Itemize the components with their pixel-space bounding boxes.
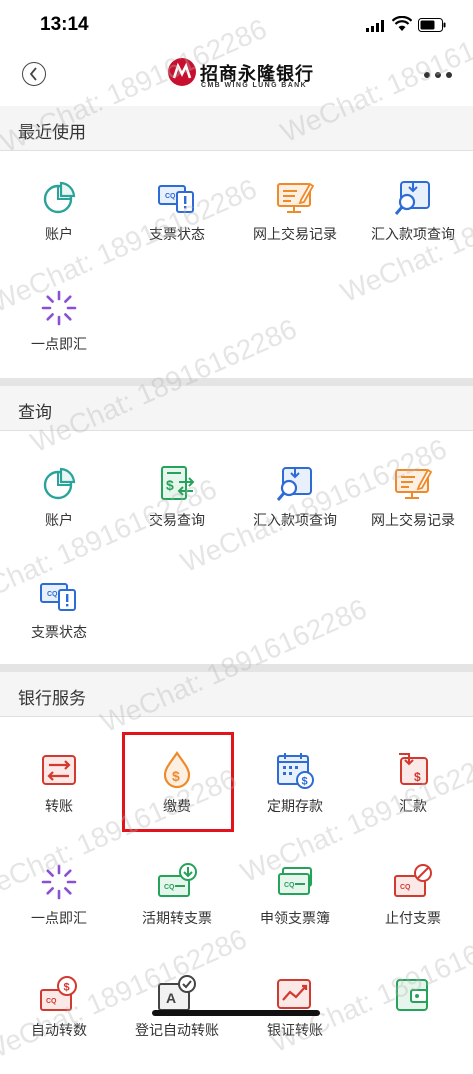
tile-label: 申领支票簿 [260,910,330,926]
service-tile-remittance[interactable]: 汇款 [354,750,472,850]
tile-label: 网上交易记录 [371,512,455,528]
monitor-edit-icon [393,464,433,504]
query-tile-transaction[interactable]: 交易查询 [118,464,236,564]
tile-label: 自动转数 [31,1022,87,1038]
divider [0,150,473,151]
auto-transfer-icon [39,974,79,1014]
service-tile-time-deposit[interactable]: 定期存款 [236,750,354,850]
tile-label: 汇款 [399,798,427,814]
query-tile-cheque-status[interactable]: 支票状态 [0,576,118,676]
register-auto-transfer-icon [157,974,197,1014]
tile-label: 活期转支票 [142,910,212,926]
calendar-deposit-icon [275,750,315,790]
securities-transfer-icon [275,974,315,1014]
chevron-left-icon [29,67,37,81]
service-tile-instant-remit[interactable]: 一点即汇 [0,862,118,962]
section-title: 银行服务 [18,689,86,708]
status-time: 13:14 [40,14,89,35]
tile-label: 汇入款项查询 [253,512,337,528]
battery-icon [418,18,446,32]
chequebook-request-icon [275,862,315,902]
service-tile-savings-to-cheque[interactable]: 活期转支票 [118,862,236,962]
service-tile-chequebook-request[interactable]: 申领支票簿 [236,862,354,962]
tile-label: 交易查询 [149,512,205,528]
service-tile-wallet[interactable] [354,974,472,1074]
tile-label: 支票状态 [149,226,205,242]
cheque-status-icon [157,178,197,218]
loading-spinner-icon [39,288,79,328]
service-tile-transfer[interactable]: 转账 [0,750,118,850]
section-title: 查询 [18,403,52,422]
wifi-icon [392,16,412,31]
transfer-icon [39,750,79,790]
status-bar: 13:14 [0,0,473,50]
pie-chart-icon [39,464,79,504]
tile-label: 止付支票 [385,910,441,926]
savings-to-cheque-icon [157,862,197,902]
inward-remittance-search-icon [393,178,433,218]
recent-tile-account[interactable]: 账户 [0,178,118,278]
service-tile-securities-transfer[interactable]: 银证转账 [236,974,354,1074]
tile-label: 账户 [45,226,73,242]
service-tile-register-auto-transfer[interactable]: 登记自动转账 [118,974,236,1074]
divider [0,430,473,431]
query-tile-inward-remittance[interactable]: 汇入款项查询 [236,464,354,564]
more-button[interactable] [424,70,454,80]
stop-cheque-icon [393,862,433,902]
section-gap [0,664,473,672]
monitor-edit-icon [275,178,315,218]
tile-label: 一点即汇 [31,336,87,352]
section-header-query: 查询 [0,386,473,430]
logo-mark-icon [168,58,196,86]
remittance-icon [393,750,433,790]
tile-label: 转账 [45,798,73,814]
section-title: 最近使用 [18,123,86,142]
tile-label: 定期存款 [267,798,323,814]
recent-tile-instant-remit[interactable]: 一点即汇 [0,288,118,388]
transaction-query-icon [157,464,197,504]
recent-tile-cheque-status[interactable]: 支票状态 [118,178,236,278]
tile-label: 一点即汇 [31,910,87,926]
divider [0,716,473,717]
highlight-box [122,732,234,832]
cheque-status-icon [39,576,79,616]
tile-label: 支票状态 [31,624,87,640]
nav-bar: 招商永隆银行 CMB WING LUNG BANK [0,52,473,98]
tile-label: 账户 [45,512,73,528]
service-tile-stop-cheque[interactable]: 止付支票 [354,862,472,962]
bank-logo: 招商永隆银行 CMB WING LUNG BANK [168,58,313,94]
section-gap [0,378,473,386]
home-indicator[interactable] [152,1010,320,1016]
tile-label: 登记自动转账 [135,1022,219,1038]
loading-spinner-icon [39,862,79,902]
service-tile-auto-transfer[interactable]: 自动转数 [0,974,118,1074]
section-header-recent: 最近使用 [0,106,473,150]
query-tile-online-records[interactable]: 网上交易记录 [354,464,472,564]
tile-label: 银证转账 [267,1022,323,1038]
signal-icon [366,20,384,32]
tile-label: 网上交易记录 [253,226,337,242]
inward-remittance-search-icon [275,464,315,504]
tile-label: 汇入款项查询 [371,226,455,242]
wallet-icon [393,974,433,1014]
recent-tile-inward-remittance[interactable]: 汇入款项查询 [354,178,472,278]
logo-english-name: CMB WING LUNG BANK [201,82,308,89]
back-button[interactable] [22,62,46,86]
recent-tile-online-records[interactable]: 网上交易记录 [236,178,354,278]
section-header-services: 银行服务 [0,672,473,716]
pie-chart-icon [39,178,79,218]
query-tile-account[interactable]: 账户 [0,464,118,564]
